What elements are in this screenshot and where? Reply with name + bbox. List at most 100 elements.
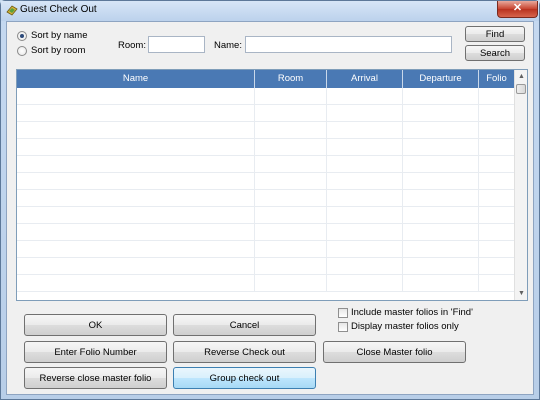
grid-cell[interactable] bbox=[403, 156, 479, 172]
grid-cell[interactable] bbox=[403, 122, 479, 138]
grid-cell[interactable] bbox=[17, 105, 255, 121]
radio-unselected-icon[interactable] bbox=[17, 45, 27, 56]
scroll-down-arrow-icon[interactable]: ▼ bbox=[515, 287, 527, 300]
column-header-room[interactable]: Room bbox=[255, 70, 327, 88]
grid-cell[interactable] bbox=[327, 156, 403, 172]
grid-cell[interactable] bbox=[479, 173, 514, 189]
scroll-thumb[interactable] bbox=[516, 84, 526, 94]
grid-cell[interactable] bbox=[255, 88, 327, 104]
grid-cell[interactable] bbox=[255, 190, 327, 206]
empty-grid-row[interactable] bbox=[17, 224, 514, 241]
grid-cell[interactable] bbox=[255, 224, 327, 240]
grid-cell[interactable] bbox=[479, 105, 514, 121]
grid-cell[interactable] bbox=[327, 122, 403, 138]
grid-cell[interactable] bbox=[255, 122, 327, 138]
grid-cell[interactable] bbox=[17, 258, 255, 274]
column-header-name[interactable]: Name bbox=[17, 70, 255, 88]
grid-cell[interactable] bbox=[327, 105, 403, 121]
column-header-departure[interactable]: Departure bbox=[403, 70, 479, 88]
empty-grid-row[interactable] bbox=[17, 207, 514, 224]
grid-cell[interactable] bbox=[403, 105, 479, 121]
column-header-folio[interactable]: Folio bbox=[479, 70, 514, 88]
grid-cell[interactable] bbox=[479, 122, 514, 138]
column-header-arrival[interactable]: Arrival bbox=[327, 70, 403, 88]
grid-cell[interactable] bbox=[327, 190, 403, 206]
grid-cell[interactable] bbox=[255, 207, 327, 223]
reverse-close-master-folio-button[interactable]: Reverse close master folio bbox=[24, 367, 167, 389]
ok-button[interactable]: OK bbox=[24, 314, 167, 336]
grid-cell[interactable] bbox=[479, 156, 514, 172]
close-master-folio-button[interactable]: Close Master folio bbox=[323, 341, 466, 363]
grid-cell[interactable] bbox=[255, 173, 327, 189]
title-bar[interactable]: Guest Check Out ✕ bbox=[1, 1, 539, 21]
grid-cell[interactable] bbox=[255, 156, 327, 172]
grid-cell[interactable] bbox=[255, 139, 327, 155]
scroll-up-arrow-icon[interactable]: ▲ bbox=[515, 70, 527, 83]
grid-cell[interactable] bbox=[403, 139, 479, 155]
grid-cell[interactable] bbox=[327, 88, 403, 104]
grid-body[interactable] bbox=[17, 88, 514, 300]
empty-grid-row[interactable] bbox=[17, 156, 514, 173]
grid-cell[interactable] bbox=[327, 275, 403, 291]
empty-grid-row[interactable] bbox=[17, 122, 514, 139]
grid-cell[interactable] bbox=[17, 156, 255, 172]
empty-grid-row[interactable] bbox=[17, 173, 514, 190]
find-button[interactable]: Find bbox=[465, 26, 525, 42]
display-master-folios-checkbox[interactable]: Display master folios only bbox=[338, 321, 459, 332]
room-input[interactable] bbox=[148, 36, 205, 53]
grid-cell[interactable] bbox=[479, 241, 514, 257]
enter-folio-number-button[interactable]: Enter Folio Number bbox=[24, 341, 167, 363]
grid-cell[interactable] bbox=[403, 241, 479, 257]
grid-cell[interactable] bbox=[403, 88, 479, 104]
grid-cell[interactable] bbox=[255, 258, 327, 274]
grid-cell[interactable] bbox=[327, 207, 403, 223]
grid-cell[interactable] bbox=[479, 190, 514, 206]
grid-cell[interactable] bbox=[17, 122, 255, 138]
grid-cell[interactable] bbox=[403, 207, 479, 223]
name-input[interactable] bbox=[245, 36, 452, 53]
grid-cell[interactable] bbox=[403, 275, 479, 291]
grid-cell[interactable] bbox=[327, 241, 403, 257]
sort-by-room-radio[interactable]: Sort by room bbox=[17, 45, 85, 56]
checkbox-unchecked-icon[interactable] bbox=[338, 307, 348, 318]
vertical-scrollbar[interactable]: ▲ ▼ bbox=[514, 70, 527, 300]
empty-grid-row[interactable] bbox=[17, 258, 514, 275]
grid-cell[interactable] bbox=[17, 275, 255, 291]
grid-cell[interactable] bbox=[17, 190, 255, 206]
grid-cell[interactable] bbox=[327, 224, 403, 240]
radio-selected-icon[interactable] bbox=[17, 30, 27, 41]
grid-cell[interactable] bbox=[403, 224, 479, 240]
empty-grid-row[interactable] bbox=[17, 190, 514, 207]
grid-cell[interactable] bbox=[17, 241, 255, 257]
include-master-folios-checkbox[interactable]: Include master folios in 'Find' bbox=[338, 307, 473, 318]
group-check-out-button[interactable]: Group check out bbox=[173, 367, 316, 389]
grid-cell[interactable] bbox=[17, 224, 255, 240]
grid-cell[interactable] bbox=[479, 139, 514, 155]
grid-cell[interactable] bbox=[479, 258, 514, 274]
grid-cell[interactable] bbox=[479, 224, 514, 240]
grid-cell[interactable] bbox=[403, 190, 479, 206]
grid-cell[interactable] bbox=[17, 88, 255, 104]
cancel-button[interactable]: Cancel bbox=[173, 314, 316, 336]
checkbox-unchecked-icon[interactable] bbox=[338, 321, 348, 332]
empty-grid-row[interactable] bbox=[17, 88, 514, 105]
grid-cell[interactable] bbox=[255, 275, 327, 291]
guest-list-grid[interactable]: Name Room Arrival Departure Folio ▲ ▼ bbox=[16, 69, 528, 301]
empty-grid-row[interactable] bbox=[17, 241, 514, 258]
empty-grid-row[interactable] bbox=[17, 139, 514, 156]
grid-cell[interactable] bbox=[17, 207, 255, 223]
grid-cell[interactable] bbox=[479, 88, 514, 104]
grid-cell[interactable] bbox=[17, 139, 255, 155]
grid-cell[interactable] bbox=[479, 275, 514, 291]
grid-cell[interactable] bbox=[255, 241, 327, 257]
grid-cell[interactable] bbox=[327, 173, 403, 189]
sort-by-name-radio[interactable]: Sort by name bbox=[17, 30, 88, 41]
grid-cell[interactable] bbox=[327, 139, 403, 155]
grid-cell[interactable] bbox=[403, 258, 479, 274]
grid-cell[interactable] bbox=[255, 105, 327, 121]
grid-cell[interactable] bbox=[403, 173, 479, 189]
grid-cell[interactable] bbox=[327, 258, 403, 274]
grid-cell[interactable] bbox=[479, 207, 514, 223]
search-button[interactable]: Search bbox=[465, 45, 525, 61]
empty-grid-row[interactable] bbox=[17, 275, 514, 292]
